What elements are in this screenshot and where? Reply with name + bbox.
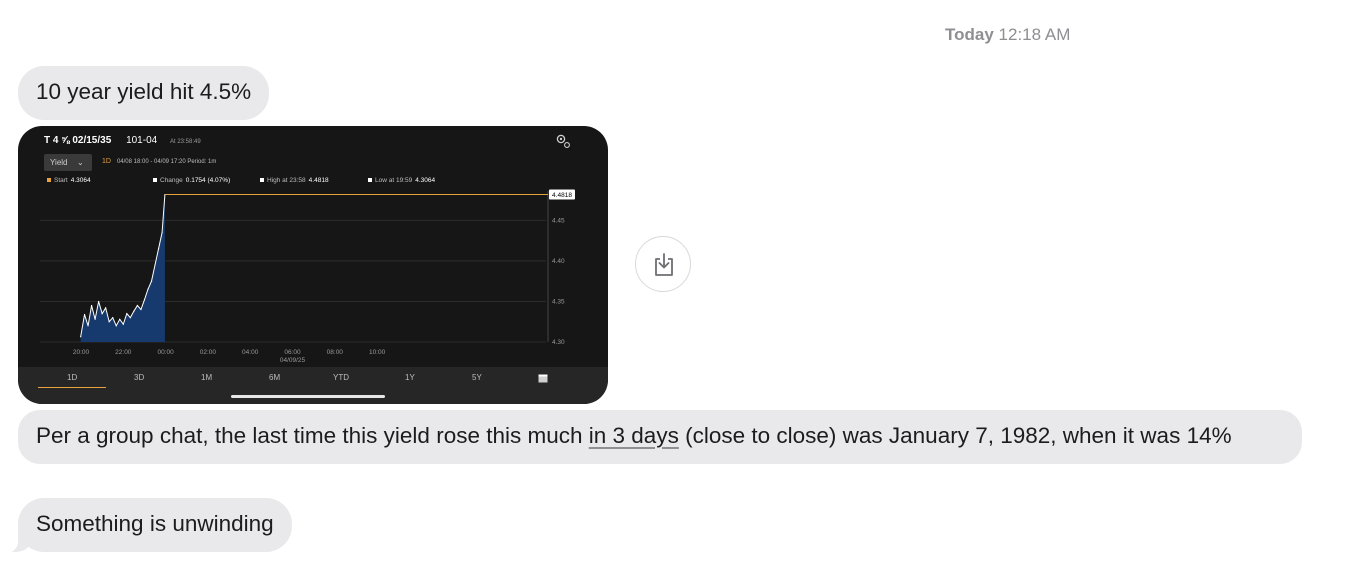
- data-point: [136, 304, 138, 307]
- y-tick-label: 4.35: [552, 298, 565, 305]
- tab-3d: 3D: [134, 373, 145, 382]
- message-bubble[interactable]: 10 year yield hit 4.5%: [18, 66, 270, 120]
- data-point: [150, 280, 153, 282]
- tab-5y: 5Y: [472, 373, 482, 382]
- x-tick-label: 02:00: [200, 349, 217, 356]
- message-bubble[interactable]: Per a group chat, the last time this yie…: [18, 410, 1302, 464]
- chart-image-attachment[interactable]: T 4 ⅝ 02/15/35 101-04 At 23:58:49 Yield ⌄…: [18, 126, 608, 404]
- data-point: [143, 299, 146, 301]
- data-point: [126, 313, 128, 315]
- x-tick-label: 06:00: [284, 349, 301, 356]
- data-point: [119, 318, 121, 320]
- data-point: [115, 325, 117, 327]
- data-point: [133, 310, 135, 312]
- tab-1m: 1M: [201, 373, 213, 382]
- data-point: [157, 248, 160, 250]
- data-point: [147, 288, 149, 290]
- active-tab-indicator: [38, 387, 106, 388]
- data-point: [90, 304, 93, 307]
- x-axis-date-label: 04/09/25: [280, 357, 306, 364]
- x-tick-label: 00:00: [157, 349, 174, 356]
- data-point: [161, 231, 163, 234]
- message-bubble[interactable]: Something is unwinding: [18, 498, 292, 552]
- data-point: [105, 307, 107, 309]
- x-tick-label: 08:00: [327, 349, 344, 356]
- data-point: [140, 308, 142, 311]
- tab-1y: 1Y: [405, 373, 415, 382]
- series-area: [80, 194, 165, 342]
- data-point: [87, 325, 89, 327]
- data-point: [108, 321, 110, 323]
- data-point: [122, 323, 124, 325]
- message-timestamp: Today 12:18 AM: [945, 25, 1071, 44]
- tab-1d: 1D: [67, 373, 78, 382]
- tab-ytd: YTD: [333, 373, 349, 382]
- download-tray-icon: [655, 253, 673, 276]
- date-link[interactable]: in 3 days: [589, 423, 679, 448]
- x-tick-label: 20:00: [73, 349, 90, 356]
- message-text: Something is unwinding: [36, 511, 274, 536]
- message-text: (close to close) was January 7, 1982, wh…: [678, 423, 1232, 448]
- last-value-label: 4.4818: [552, 192, 572, 199]
- message-text: Per a group chat, the last time this yie…: [36, 423, 589, 448]
- home-indicator: [231, 395, 385, 398]
- y-tick-label: 4.45: [552, 217, 565, 224]
- data-point: [80, 336, 82, 338]
- yield-chart: 4.30 4.35 4.40 4.45 20:00 22:00 00:00 02:00 04:0…: [40, 189, 575, 364]
- x-tick-label: 10:00: [369, 349, 386, 356]
- y-tick-label: 4.40: [552, 258, 565, 265]
- data-point: [112, 317, 114, 319]
- x-tick-label: 04:00: [242, 349, 259, 356]
- tab-6m: 6M: [269, 373, 281, 382]
- y-tick-label: 4.30: [552, 339, 565, 346]
- data-point: [101, 313, 103, 315]
- x-tick-label: 22:00: [115, 349, 132, 356]
- data-point: [83, 313, 86, 316]
- data-point: [129, 317, 131, 319]
- message-text: 10 year yield hit 4.5%: [36, 79, 252, 104]
- save-attachment-button[interactable]: [635, 236, 691, 292]
- calendar-icon: [538, 374, 548, 383]
- data-point: [98, 300, 100, 303]
- period-tab-bar: 1D 3D 1M 6M YTD 1Y 5Y: [18, 367, 608, 404]
- data-point: [94, 318, 96, 320]
- data-point: [154, 264, 156, 266]
